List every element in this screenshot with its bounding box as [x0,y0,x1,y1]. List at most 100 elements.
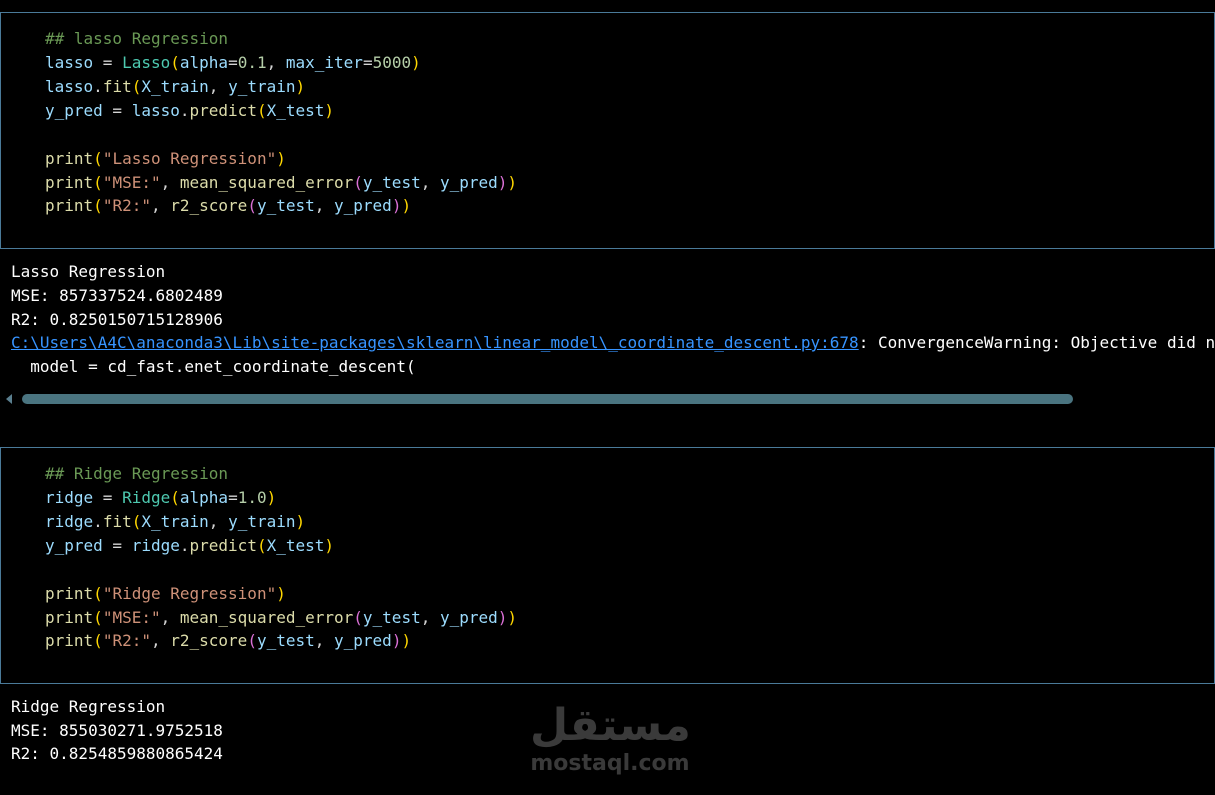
token: lasso [45,77,94,96]
scroll-left-arrow-icon[interactable] [6,394,12,404]
token: mean_squared_error [179,173,354,192]
token: = [93,488,123,507]
token: lasso [45,53,94,72]
code-line-8: print("R2:", r2_score(y_test, y_pred)) [45,194,411,217]
token: X_test [266,101,325,120]
token: fit [102,512,132,531]
output-line: Ridge Regression [11,697,166,716]
token: y_pred [439,173,498,192]
code-line-6: print("Ridge Regression") [45,582,286,605]
token: ) [497,608,508,627]
token: ) [391,196,402,215]
token: , [208,512,229,531]
token: "Ridge Regression" [102,584,277,603]
token: ( [93,149,103,168]
token: . [93,77,103,96]
scrollbar-thumb[interactable] [22,394,1073,404]
watermark-logo: مستقل mostaql.com [530,700,691,780]
token: "MSE:" [102,608,161,627]
token: ) [497,173,508,192]
token: , [160,608,180,627]
token: y_pred [439,608,498,627]
token: ( [93,631,103,650]
token: y_train [228,512,296,531]
token: , [314,196,335,215]
token: 0.1 [237,53,267,72]
token: = [102,101,132,120]
token: lasso [131,101,180,120]
warning-text: : ConvergenceWarning: Objective did no [858,333,1215,352]
token: ) [276,584,286,603]
token: print [45,608,94,627]
token: Lasso [122,53,171,72]
token: y_test [362,173,421,192]
code-line-7: print("MSE:", mean_squared_error(y_test,… [45,171,517,194]
output-warning-line: C:\Users\A4C\anaconda3\Lib\site-packages… [11,331,1215,354]
token: ( [131,512,142,531]
token: , [420,608,440,627]
code-line-7: print("MSE:", mean_squared_error(y_test,… [45,606,517,629]
token: ( [93,584,103,603]
token: ) [324,101,335,120]
token: y_test [256,196,315,215]
token: print [45,584,94,603]
comment: ## lasso Regression [45,29,229,48]
token: Ridge [122,488,171,507]
token: , [420,173,440,192]
token: ) [266,488,277,507]
output-line: MSE: 855030271.9752518 [11,721,223,740]
token: "MSE:" [102,173,161,192]
code-line-1: ## Ridge Regression [45,462,228,485]
token: alpha [179,488,229,507]
token: ( [93,173,103,192]
token: ( [170,53,180,72]
token: print [45,149,94,168]
token: ) [324,536,335,555]
code-line-2: lasso = Lasso(alpha=0.1, max_iter=5000) [45,51,421,74]
token: . [93,512,103,531]
token: ( [256,101,267,120]
token: ridge [131,536,180,555]
token: X_train [141,512,209,531]
output-line: model = cd_fast.enet_coordinate_descent( [11,357,416,376]
token: = [228,53,238,72]
token: r2_score [170,196,248,215]
code-line-2: ridge = Ridge(alpha=1.0) [45,486,276,509]
watermark-latin-text: mostaql.com [530,751,690,776]
token: , [208,77,229,96]
output-line: R2: 0.8254859880865424 [11,744,223,763]
token: print [45,631,94,650]
token: ( [170,488,180,507]
token: . [179,536,190,555]
code-line-1: ## lasso Regression [45,27,228,50]
code-line-3: ridge.fit(X_train, y_train) [45,510,305,533]
token: predict [189,536,257,555]
token: ) [507,608,518,627]
code-cell-lasso[interactable]: ## lasso Regression lasso = Lasso(alpha=… [0,12,1215,249]
token: mean_squared_error [179,608,354,627]
token: "R2:" [102,631,151,650]
token: ridge [45,488,94,507]
token: X_test [266,536,325,555]
watermark-arabic-text: مستقل [530,700,691,751]
token: 1.0 [237,488,267,507]
warning-file-link[interactable]: C:\Users\A4C\anaconda3\Lib\site-packages… [11,333,859,352]
token: , [150,631,171,650]
token: = [102,536,132,555]
token: X_train [141,77,209,96]
token: ( [93,196,103,215]
code-cell-ridge[interactable]: ## Ridge Regression ridge = Ridge(alpha=… [0,447,1215,684]
token: y_train [228,77,296,96]
horizontal-scrollbar[interactable] [0,390,1215,408]
code-line-3: lasso.fit(X_train, y_train) [45,75,305,98]
token: = [93,53,123,72]
token: y_test [362,608,421,627]
output-line: Lasso Regression [11,262,166,281]
token: y_test [256,631,315,650]
token: , [160,173,180,192]
token: ( [353,608,363,627]
token: "R2:" [102,196,151,215]
token: , [314,631,335,650]
token: ( [256,536,267,555]
token: alpha [179,53,229,72]
